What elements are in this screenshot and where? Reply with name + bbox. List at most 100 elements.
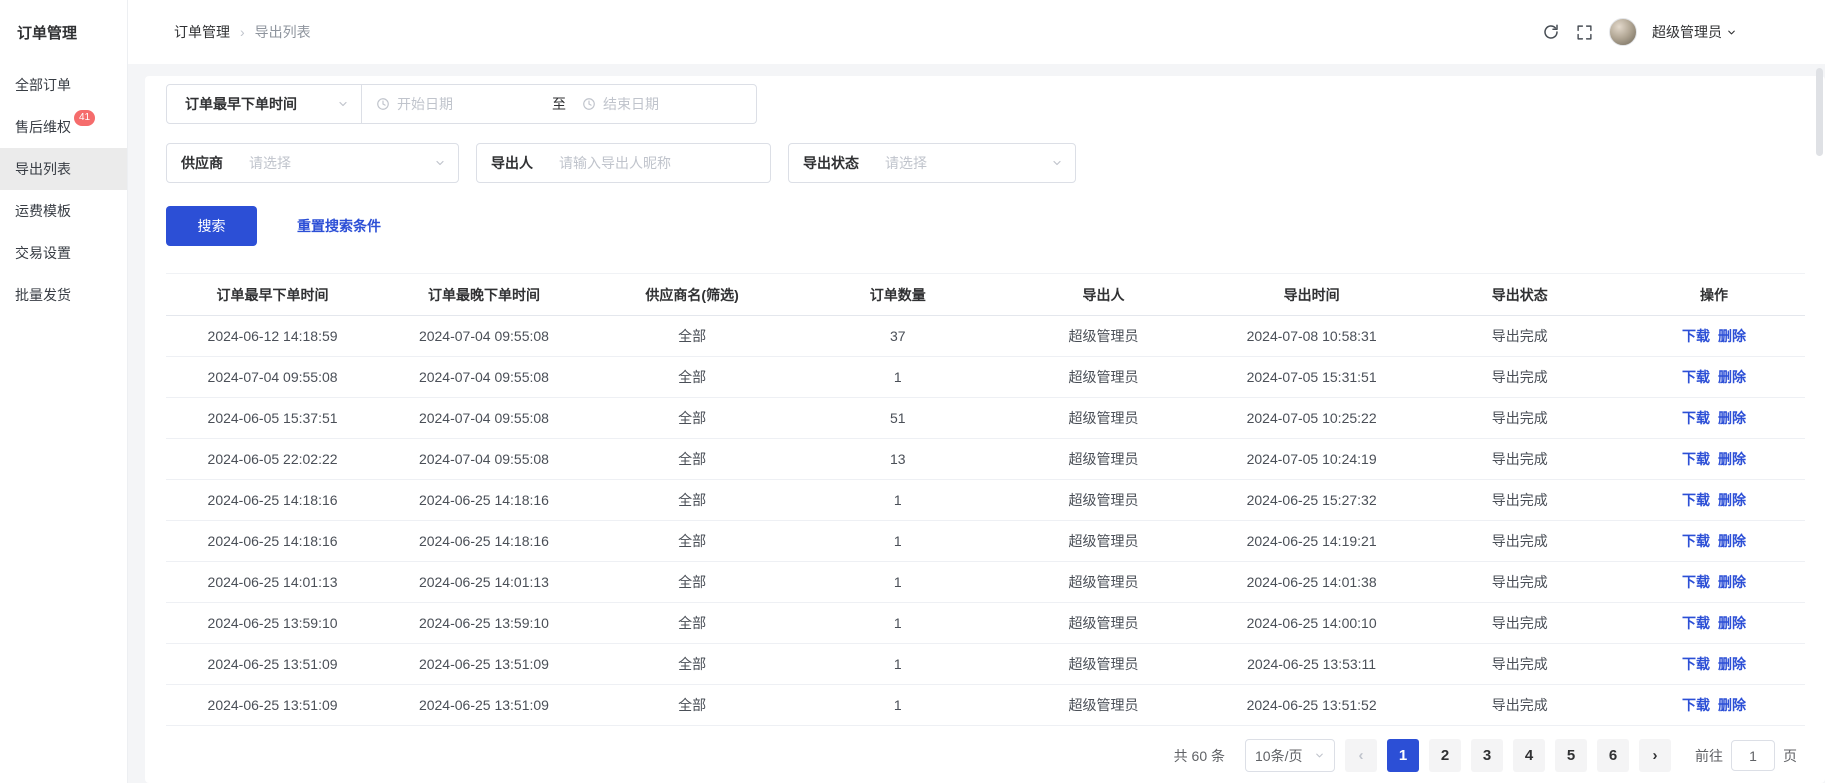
- table-row: 2024-06-05 15:37:512024-07-04 09:55:08全部…: [166, 398, 1805, 439]
- table-cell: 导出完成: [1417, 603, 1624, 644]
- vertical-scrollbar[interactable]: [1816, 68, 1823, 156]
- sidebar-item-aftersales[interactable]: 售后维权 41: [0, 106, 127, 148]
- table-cell: 全部: [589, 316, 796, 357]
- delete-link[interactable]: 删除: [1718, 328, 1746, 344]
- table-cell: 2024-06-12 14:18:59: [166, 316, 379, 357]
- download-link[interactable]: 下载: [1682, 656, 1710, 672]
- sidebar-item-trade-settings[interactable]: 交易设置: [0, 232, 127, 274]
- table-row: 2024-06-25 13:51:092024-06-25 13:51:09全部…: [166, 685, 1805, 726]
- table-cell: 1: [795, 644, 1000, 685]
- next-page-button[interactable]: ›: [1639, 739, 1671, 772]
- table-row: 2024-07-04 09:55:082024-07-04 09:55:08全部…: [166, 357, 1805, 398]
- delete-link[interactable]: 删除: [1718, 451, 1746, 467]
- start-date-input[interactable]: 开始日期: [376, 94, 552, 114]
- delete-link[interactable]: 删除: [1718, 656, 1746, 672]
- page-button-4[interactable]: 4: [1513, 739, 1545, 772]
- delete-link[interactable]: 删除: [1718, 533, 1746, 549]
- delete-link[interactable]: 删除: [1718, 369, 1746, 385]
- fullscreen-icon[interactable]: [1575, 23, 1594, 42]
- breadcrumb-item-orders[interactable]: 订单管理: [174, 22, 230, 42]
- page-button-2[interactable]: 2: [1429, 739, 1461, 772]
- time-field-select[interactable]: 订单最早下单时间: [166, 84, 362, 124]
- delete-link[interactable]: 删除: [1718, 492, 1746, 508]
- table-cell: 2024-07-05 15:31:51: [1207, 357, 1417, 398]
- column-header: 订单最早下单时间: [166, 274, 379, 316]
- download-link[interactable]: 下载: [1682, 369, 1710, 385]
- end-date-input[interactable]: 结束日期: [582, 94, 659, 114]
- download-link[interactable]: 下载: [1682, 615, 1710, 631]
- sidebar-item-export-list[interactable]: 导出列表: [0, 148, 127, 190]
- download-link[interactable]: 下载: [1682, 492, 1710, 508]
- delete-link[interactable]: 删除: [1718, 574, 1746, 590]
- page-size-select[interactable]: 10条/页: [1245, 739, 1335, 772]
- download-link[interactable]: 下载: [1682, 451, 1710, 467]
- user-menu[interactable]: 超级管理员: [1652, 22, 1737, 42]
- date-range-separator: 至: [552, 94, 566, 114]
- table-row: 2024-06-25 14:18:162024-06-25 14:18:16全部…: [166, 480, 1805, 521]
- filter-row-fields: 供应商 请选择 导出人 导出状态: [166, 143, 1805, 183]
- download-link[interactable]: 下载: [1682, 697, 1710, 713]
- reset-filters-link[interactable]: 重置搜索条件: [297, 216, 381, 236]
- table-cell: 超级管理员: [1000, 439, 1207, 480]
- table-cell: 2024-06-25 14:01:13: [379, 562, 589, 603]
- table-header: 订单最早下单时间 订单最晚下单时间 供应商名(筛选) 订单数量 导出人 导出时间…: [166, 274, 1805, 316]
- delete-link[interactable]: 删除: [1718, 410, 1746, 426]
- page-button-6[interactable]: 6: [1597, 739, 1629, 772]
- table-cell: 2024-06-25 14:18:16: [166, 521, 379, 562]
- column-header: 订单最晚下单时间: [379, 274, 589, 316]
- table-cell-actions: 下载删除: [1623, 357, 1805, 398]
- table-cell: 51: [795, 398, 1000, 439]
- table-cell-actions: 下载删除: [1623, 316, 1805, 357]
- supplier-select[interactable]: 请选择: [237, 153, 458, 173]
- main-area: 订单管理 › 导出列表 超级管理员: [128, 0, 1825, 783]
- content-area: 订单最早下单时间 开始日期 至 结束日期: [128, 64, 1825, 783]
- refresh-icon[interactable]: [1541, 23, 1560, 42]
- table-cell: 2024-06-25 14:18:16: [166, 480, 379, 521]
- status-placeholder: 请选择: [885, 153, 927, 173]
- user-name-label: 超级管理员: [1652, 22, 1722, 42]
- table-cell: 2024-06-25 13:59:10: [166, 603, 379, 644]
- sidebar-item-freight-template[interactable]: 运费模板: [0, 190, 127, 232]
- page-button-1[interactable]: 1: [1387, 739, 1419, 772]
- page-button-3[interactable]: 3: [1471, 739, 1503, 772]
- table-cell: 2024-06-25 13:51:09: [166, 685, 379, 726]
- search-button[interactable]: 搜索: [166, 206, 257, 246]
- user-avatar[interactable]: [1609, 18, 1637, 46]
- table-cell: 导出完成: [1417, 480, 1624, 521]
- goto-page-input[interactable]: [1731, 740, 1775, 771]
- sidebar-item-all-orders[interactable]: 全部订单: [0, 64, 127, 106]
- pagination-bar: 共 60 条 10条/页 ‹ 1 2 3 4 5 6 › 前往: [166, 726, 1805, 772]
- topbar: 订单管理 › 导出列表 超级管理员: [128, 0, 1825, 64]
- table-cell: 1: [795, 562, 1000, 603]
- exporter-filter-group: 导出人: [476, 143, 771, 183]
- page-button-5[interactable]: 5: [1555, 739, 1587, 772]
- table-cell: 超级管理员: [1000, 521, 1207, 562]
- table-cell-actions: 下载删除: [1623, 480, 1805, 521]
- column-header: 订单数量: [795, 274, 1000, 316]
- download-link[interactable]: 下载: [1682, 533, 1710, 549]
- exporter-input[interactable]: [559, 155, 758, 171]
- status-select[interactable]: 请选择: [873, 153, 1075, 173]
- date-range-picker[interactable]: 开始日期 至 结束日期: [361, 84, 757, 124]
- table-cell: 导出完成: [1417, 439, 1624, 480]
- delete-link[interactable]: 删除: [1718, 615, 1746, 631]
- filter-row-dates: 订单最早下单时间 开始日期 至 结束日期: [166, 84, 1805, 124]
- prev-page-button[interactable]: ‹: [1345, 739, 1377, 772]
- table-cell: 37: [795, 316, 1000, 357]
- exporter-input-wrap: [547, 155, 770, 171]
- table-cell: 1: [795, 357, 1000, 398]
- sidebar-item-batch-shipping[interactable]: 批量发货: [0, 274, 127, 316]
- sidebar-item-label: 交易设置: [15, 243, 71, 263]
- table-body: 2024-06-12 14:18:592024-07-04 09:55:08全部…: [166, 316, 1805, 726]
- table-cell: 13: [795, 439, 1000, 480]
- download-link[interactable]: 下载: [1682, 410, 1710, 426]
- table-cell: 2024-06-05 22:02:22: [166, 439, 379, 480]
- download-link[interactable]: 下载: [1682, 328, 1710, 344]
- goto-unit-label: 页: [1783, 746, 1797, 766]
- column-header: 操作: [1623, 274, 1805, 316]
- download-link[interactable]: 下载: [1682, 574, 1710, 590]
- delete-link[interactable]: 删除: [1718, 697, 1746, 713]
- sidebar-title: 订单管理: [0, 0, 127, 64]
- table-row: 2024-06-25 14:18:162024-06-25 14:18:16全部…: [166, 521, 1805, 562]
- table-cell: 全部: [589, 685, 796, 726]
